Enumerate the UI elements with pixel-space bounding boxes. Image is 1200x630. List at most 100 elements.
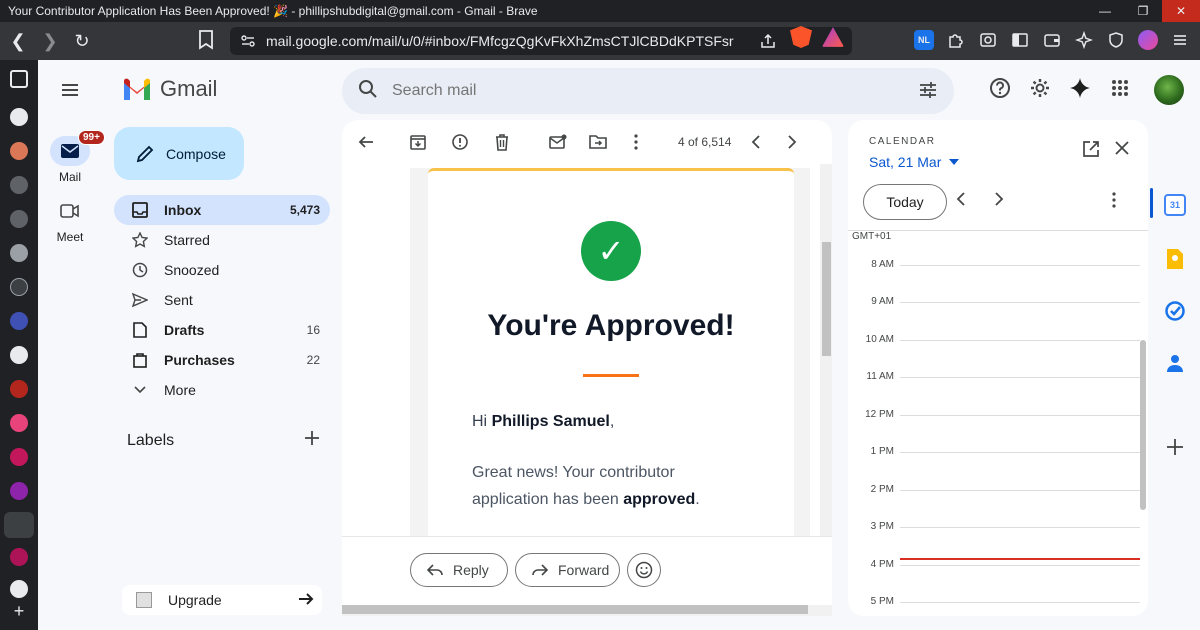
archive-icon[interactable] bbox=[408, 132, 428, 152]
meet-pill[interactable] bbox=[50, 196, 90, 226]
hour-row[interactable]: 8 AM bbox=[848, 259, 1140, 270]
minimize-button[interactable]: — bbox=[1086, 0, 1124, 22]
app-icon-7[interactable] bbox=[10, 380, 28, 398]
older-message-icon[interactable] bbox=[782, 132, 802, 152]
brave-shield-icon[interactable] bbox=[790, 26, 812, 48]
keep-app-icon[interactable] bbox=[1164, 248, 1186, 270]
sidebar-panel-icon[interactable] bbox=[10, 70, 28, 88]
rail-mail[interactable]: 99+ Mail bbox=[38, 130, 105, 184]
open-in-new-tab-icon[interactable] bbox=[1082, 140, 1100, 163]
close-window-button[interactable]: ✕ bbox=[1162, 0, 1200, 22]
delete-trash-icon[interactable] bbox=[492, 132, 512, 152]
wallet-icon[interactable] bbox=[1042, 30, 1062, 50]
app-icon-8[interactable] bbox=[10, 414, 28, 432]
tasks-app-icon[interactable] bbox=[1164, 300, 1186, 322]
next-day-icon[interactable] bbox=[994, 192, 1004, 211]
chatgpt-icon[interactable] bbox=[10, 108, 28, 126]
hour-row[interactable]: 11 AM bbox=[848, 371, 1140, 382]
app-icon-5[interactable] bbox=[10, 312, 28, 330]
app-icon-10[interactable] bbox=[10, 482, 28, 500]
calendar-date-picker[interactable]: Sat, 21 Mar bbox=[869, 154, 960, 170]
mark-unread-icon[interactable] bbox=[548, 132, 568, 152]
app-icon-3[interactable] bbox=[10, 244, 28, 262]
app-icon-1[interactable] bbox=[10, 176, 28, 194]
leo-ai-icon[interactable] bbox=[1074, 30, 1094, 50]
horizontal-scrollbar-thumb[interactable] bbox=[342, 605, 808, 614]
apps-grid-icon[interactable] bbox=[1108, 76, 1132, 100]
settings-gear-icon[interactable] bbox=[1028, 76, 1052, 100]
report-spam-icon[interactable] bbox=[450, 132, 470, 152]
app-icon-4[interactable] bbox=[10, 278, 28, 296]
site-settings-icon[interactable] bbox=[240, 33, 256, 49]
previous-day-icon[interactable] bbox=[956, 192, 966, 211]
forward-button[interactable]: ❯ bbox=[36, 27, 64, 55]
newer-message-icon[interactable] bbox=[746, 132, 766, 152]
email-scrollbar-track[interactable] bbox=[820, 164, 832, 596]
get-addons-icon[interactable] bbox=[1164, 436, 1186, 458]
today-button[interactable]: Today bbox=[863, 184, 947, 220]
email-scrollbar-thumb[interactable] bbox=[822, 242, 831, 356]
address-bar[interactable]: mail.google.com/mail/u/0/#inbox/FMfcgzQg… bbox=[230, 27, 852, 55]
gmail-sidebar-icon[interactable] bbox=[4, 512, 34, 538]
more-vertical-icon[interactable] bbox=[626, 132, 646, 152]
search-options-icon[interactable] bbox=[918, 80, 938, 105]
app-icon-12[interactable] bbox=[10, 580, 28, 598]
nav-starred[interactable]: Starred bbox=[114, 225, 330, 255]
hour-row[interactable]: 3 PM bbox=[848, 521, 1140, 532]
calendar-more-icon[interactable] bbox=[1112, 192, 1116, 213]
compose-button[interactable]: Compose bbox=[114, 127, 244, 180]
maximize-button[interactable]: ❐ bbox=[1124, 0, 1162, 22]
emoji-reaction-button[interactable] bbox=[627, 553, 661, 587]
search-input[interactable] bbox=[392, 82, 872, 100]
app-icon-9[interactable] bbox=[10, 448, 28, 466]
claude-icon[interactable] bbox=[10, 142, 28, 160]
app-icon-6[interactable] bbox=[10, 346, 28, 364]
reload-button[interactable]: ↻ bbox=[68, 27, 96, 55]
calendar-app-icon[interactable]: 31 bbox=[1164, 194, 1186, 216]
nav-drafts[interactable]: Drafts 16 bbox=[114, 315, 330, 345]
nav-inbox[interactable]: Inbox 5,473 bbox=[114, 195, 330, 225]
gemini-sparkle-icon[interactable] bbox=[1068, 76, 1092, 100]
puzzle-icon[interactable] bbox=[946, 30, 966, 50]
hour-row[interactable]: 4 PM bbox=[848, 559, 1140, 570]
hour-row[interactable]: 2 PM bbox=[848, 484, 1140, 495]
gmail-logo[interactable]: Gmail bbox=[122, 76, 217, 102]
nav-snoozed[interactable]: Snoozed bbox=[114, 255, 330, 285]
app-icon-11[interactable] bbox=[10, 548, 28, 566]
reply-button[interactable]: Reply bbox=[410, 553, 508, 587]
share-icon[interactable] bbox=[760, 33, 776, 52]
account-avatar[interactable] bbox=[1154, 75, 1184, 105]
brave-rewards-icon[interactable] bbox=[822, 27, 844, 47]
sidebar-toggle-icon[interactable] bbox=[1010, 30, 1030, 50]
nav-more[interactable]: More bbox=[114, 375, 330, 405]
hour-row[interactable]: 10 AM bbox=[848, 334, 1140, 345]
app-icon-2[interactable] bbox=[10, 210, 28, 228]
hour-row[interactable]: 12 PM bbox=[848, 409, 1140, 420]
hour-row[interactable]: 1 PM bbox=[848, 446, 1140, 457]
hour-row[interactable]: 5 PM bbox=[848, 596, 1140, 607]
vpn-shield-icon[interactable] bbox=[1106, 30, 1126, 50]
nav-sent[interactable]: Sent bbox=[114, 285, 330, 315]
forward-button-email[interactable]: Forward bbox=[515, 553, 620, 587]
back-to-inbox-icon[interactable] bbox=[356, 132, 376, 152]
mail-pill[interactable]: 99+ bbox=[50, 130, 105, 166]
bookmark-icon[interactable] bbox=[198, 30, 218, 52]
rail-meet[interactable]: Meet bbox=[38, 196, 102, 244]
search-icon[interactable] bbox=[358, 79, 378, 104]
screenshot-icon[interactable] bbox=[978, 30, 998, 50]
main-menu-icon[interactable] bbox=[60, 80, 80, 100]
browser-menu-icon[interactable] bbox=[1170, 30, 1190, 50]
close-calendar-icon[interactable] bbox=[1114, 140, 1130, 161]
add-label-button[interactable] bbox=[304, 430, 324, 450]
profile-icon[interactable] bbox=[1138, 30, 1158, 50]
calendar-scrollbar[interactable] bbox=[1140, 340, 1146, 510]
move-to-folder-icon[interactable] bbox=[588, 132, 608, 152]
nav-purchases[interactable]: Purchases 22 bbox=[114, 345, 330, 375]
add-panel-icon[interactable]: + bbox=[10, 602, 28, 620]
translate-extension-icon[interactable]: NL bbox=[914, 30, 934, 50]
help-icon[interactable] bbox=[988, 76, 1012, 100]
hour-row[interactable]: 9 AM bbox=[848, 296, 1140, 307]
contacts-app-icon[interactable] bbox=[1164, 352, 1186, 374]
upgrade-button[interactable]: Upgrade bbox=[122, 585, 322, 615]
back-button[interactable]: ❮ bbox=[4, 27, 32, 55]
